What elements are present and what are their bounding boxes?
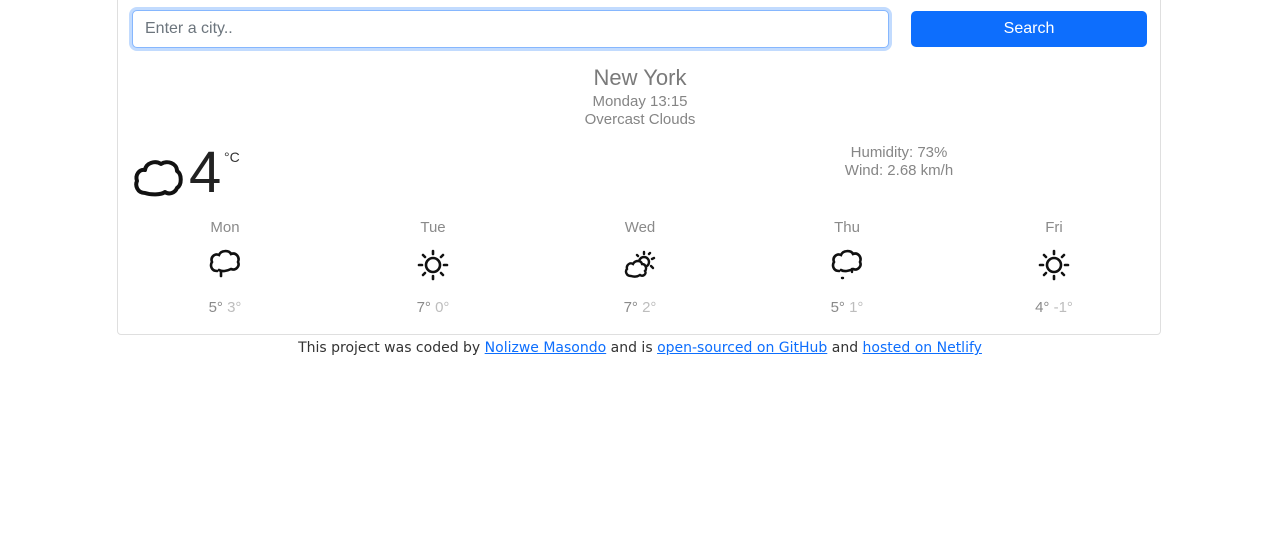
cloud-drizzle-icon: [831, 249, 862, 280]
current-temperature: 4: [189, 140, 222, 205]
forecast-min-temp: 0°: [435, 299, 450, 316]
city-name: New York: [593, 65, 687, 90]
cloud-drizzle-icon: [209, 249, 240, 278]
forecast-day: Thu 5° 1°: [777, 219, 917, 316]
city-search-input[interactable]: [132, 10, 889, 48]
weather-description: Overcast Clouds: [584, 111, 696, 128]
forecast-day-name: Mon: [210, 219, 240, 236]
forecast-day-name: Thu: [834, 219, 860, 236]
search-button[interactable]: Search: [911, 11, 1147, 47]
forecast-min-temp: 2°: [642, 299, 657, 316]
forecast-min-temp: 3°: [227, 299, 242, 316]
github-link[interactable]: open-sourced on GitHub: [657, 340, 827, 356]
footer: This project was coded by Nolizwe Masond…: [0, 340, 1280, 356]
current-datetime: Monday 13:15: [592, 93, 688, 110]
forecast-min-temp: -1°: [1053, 299, 1073, 316]
netlify-link[interactable]: hosted on Netlify: [863, 340, 982, 356]
forecast-day: Wed 7° 2°: [570, 219, 710, 316]
sun-icon: [1038, 249, 1070, 281]
partly-cloudy-icon: [624, 250, 656, 278]
forecast-day-name: Wed: [624, 219, 656, 236]
forecast-day-name: Fri: [1045, 219, 1063, 236]
wind-speed: Wind: 2.68 km/h: [844, 162, 954, 179]
footer-text: and is: [606, 340, 658, 356]
forecast-max-temp: 5°: [830, 299, 845, 316]
forecast-max-temp: 7°: [623, 299, 638, 316]
cloud-icon: [134, 160, 183, 197]
forecast-day: Fri 4° -1°: [984, 219, 1124, 316]
forecast-day: Tue 7° 0°: [363, 219, 503, 316]
forecast-max-temp: 4°: [1035, 299, 1050, 316]
forecast-max-temp: 5°: [208, 299, 223, 316]
author-link[interactable]: Nolizwe Masondo: [485, 340, 607, 356]
humidity: Humidity: 73%: [850, 144, 948, 161]
forecast-day: Mon 5° 3°: [155, 219, 295, 316]
footer-text: and: [827, 340, 863, 356]
weather-details: Humidity: 73% Wind: 2.68 km/h: [800, 144, 998, 180]
forecast-day-name: Tue: [420, 219, 446, 236]
temperature-unit[interactable]: °C: [224, 149, 240, 165]
footer-text: This project was coded by: [298, 340, 485, 356]
forecast-max-temp: 7°: [416, 299, 431, 316]
forecast-min-temp: 1°: [849, 299, 864, 316]
sun-icon: [417, 249, 449, 281]
